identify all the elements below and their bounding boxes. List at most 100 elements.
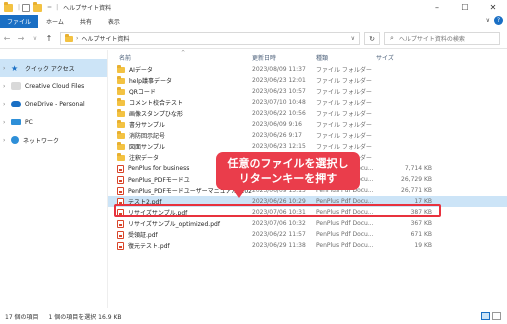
- chevron-right-icon[interactable]: ›: [3, 83, 11, 90]
- selection-info: 1 個の項目を選択 16.9 KB: [48, 313, 122, 321]
- back-button[interactable]: ←: [0, 34, 14, 43]
- file-name: 受領証.pdf: [128, 232, 158, 239]
- file-row[interactable]: 復元テスト.pdf 2023/06/29 11:38 PenPlus Pdf Doc…: [108, 240, 507, 251]
- file-type: ファイル フォルダー: [316, 111, 372, 118]
- large-icons-view-button[interactable]: [492, 312, 501, 320]
- column-type[interactable]: 種類: [316, 53, 376, 62]
- pdf-file-icon: [117, 241, 124, 250]
- file-row[interactable]: リサイズサンプル.pdf 2023/07/06 10:31 PenPlus Pdf …: [108, 207, 507, 218]
- column-header-row: ^ 名前 更新日時 種類 サイズ: [108, 50, 507, 64]
- file-name-cell: リサイズサンプル_optimized.pdf: [112, 219, 252, 228]
- file-name: help議事データ: [129, 78, 172, 85]
- breadcrumb-separator: ›: [76, 35, 79, 42]
- window-controls: – ☐ ✕: [423, 0, 507, 15]
- file-row[interactable]: テスト2.pdf 2023/06/26 10:29 PenPlus Pdf Docu…: [108, 196, 507, 207]
- sidebar-item-network[interactable]: › ネットワーク: [0, 131, 107, 149]
- file-row[interactable]: 消防回示記号 2023/06/26 9:17 ファイル フォルダー: [108, 130, 507, 141]
- tab-home[interactable]: ホーム: [38, 15, 72, 28]
- file-row[interactable]: リサイズサンプル_optimized.pdf 2023/07/06 10:32 Pe…: [108, 218, 507, 229]
- help-button[interactable]: ?: [494, 16, 503, 25]
- file-type: PenPlus Pdf Docu...: [316, 198, 374, 205]
- file-size: 7,714 KB: [404, 165, 432, 172]
- file-row[interactable]: コメント校合テスト 2023/07/10 10:48 ファイル フォルダー: [108, 97, 507, 108]
- pdf-file-icon: [117, 164, 124, 173]
- forward-button[interactable]: →: [14, 34, 28, 43]
- status-bar: 17 個の項目 1 個の項目を選択 16.9 KB: [0, 308, 507, 324]
- file-date: 2023/06/22 10:56: [252, 110, 306, 117]
- minimize-button[interactable]: –: [423, 0, 451, 15]
- sidebar-item-creative-cloud[interactable]: › Creative Cloud Files: [0, 77, 107, 95]
- file-name-cell: QRコード: [112, 87, 252, 96]
- file-row[interactable]: QRコード 2023/06/23 10:57 ファイル フォルダー: [108, 86, 507, 97]
- file-name: QRコード: [129, 89, 156, 96]
- sidebar-item-quick-access[interactable]: › ★ クイック アクセス: [0, 59, 107, 77]
- quick-access-dropdown-icon[interactable]: =: [47, 4, 52, 11]
- file-row[interactable]: 画像スタンプひな形 2023/06/22 10:56 ファイル フォルダー: [108, 108, 507, 119]
- folder-icon: [117, 109, 125, 117]
- star-icon: ★: [11, 63, 19, 73]
- file-date: 2023/07/06 10:31: [252, 209, 306, 216]
- refresh-button[interactable]: ↻: [364, 32, 380, 45]
- chevron-right-icon[interactable]: ›: [3, 137, 11, 144]
- file-size: 26,729 KB: [401, 176, 432, 183]
- ribbon-expand-button[interactable]: ∨: [486, 17, 490, 24]
- file-row[interactable]: 図面サンプル 2023/06/23 12:15 ファイル フォルダー: [108, 141, 507, 152]
- file-size: 671 KB: [410, 231, 432, 238]
- pdf-file-icon: [117, 219, 124, 228]
- file-name: 注釈データ: [129, 155, 160, 162]
- file-type: PenPlus Pdf Docu...: [316, 220, 374, 227]
- sidebar-item-label: ネットワーク: [23, 137, 60, 145]
- details-view-button[interactable]: [481, 312, 490, 320]
- sidebar-item-pc[interactable]: › PC: [0, 113, 107, 131]
- file-name-cell: テスト2.pdf: [112, 197, 252, 206]
- tab-share[interactable]: 共有: [72, 15, 100, 28]
- chevron-right-icon[interactable]: ›: [3, 101, 11, 108]
- file-row[interactable]: help議事データ 2023/06/23 12:01 ファイル フォルダー: [108, 75, 507, 86]
- chevron-right-icon[interactable]: ›: [3, 65, 11, 72]
- chevron-right-icon[interactable]: ›: [3, 119, 11, 126]
- file-type: ファイル フォルダー: [316, 67, 372, 74]
- instruction-callout: 任意のファイルを選択し リターンキーを押す: [216, 152, 360, 190]
- address-field[interactable]: › ヘルプサイト資料 ∨: [60, 32, 360, 45]
- new-folder-icon[interactable]: [33, 1, 43, 12]
- file-size: 26,771 KB: [401, 187, 432, 194]
- pc-icon: [11, 119, 21, 125]
- sidebar-item-label: PC: [25, 118, 33, 126]
- sidebar-item-label: Creative Cloud Files: [25, 82, 85, 90]
- recent-locations-button[interactable]: ∨: [28, 35, 42, 42]
- up-button[interactable]: ↑: [42, 34, 56, 43]
- folder-icon: [117, 142, 125, 150]
- file-row[interactable]: 受領証.pdf 2023/06/22 11:57 PenPlus Pdf Docu.…: [108, 229, 507, 240]
- close-button[interactable]: ✕: [479, 0, 507, 15]
- file-name: 消防回示記号: [129, 133, 166, 140]
- file-row[interactable]: 書分サンプル 2023/06/09 9:16 ファイル フォルダー: [108, 119, 507, 130]
- file-type: ファイル フォルダー: [316, 122, 372, 129]
- file-date: 2023/06/23 10:57: [252, 88, 306, 95]
- file-row[interactable]: AIデータ 2023/08/09 11:37 ファイル フォルダー: [108, 64, 507, 75]
- file-type: PenPlus Pdf Docu...: [316, 231, 374, 238]
- maximize-button[interactable]: ☐: [451, 0, 479, 15]
- file-name-cell: リサイズサンプル.pdf: [112, 208, 252, 217]
- separator: |: [56, 4, 59, 11]
- folder-icon: [65, 33, 73, 42]
- tab-view[interactable]: 表示: [100, 15, 128, 28]
- pdf-file-icon: [117, 230, 124, 239]
- file-size: 17 KB: [414, 198, 432, 205]
- ribbon-right: ∨ ?: [486, 16, 503, 25]
- column-size[interactable]: サイズ: [376, 53, 436, 62]
- pdf-file-icon: [117, 175, 124, 184]
- sidebar-item-onedrive[interactable]: › OneDrive - Personal: [0, 95, 107, 113]
- address-bar-row: ← → ∨ ↑ › ヘルプサイト資料 ∨ ↻ ⌕ ヘルプサイト資料の検索: [0, 28, 507, 49]
- file-name-cell: コメント校合テスト: [112, 98, 252, 107]
- file-date: 2023/07/06 10:32: [252, 220, 306, 227]
- address-dropdown-icon[interactable]: ∨: [351, 35, 355, 42]
- search-field[interactable]: ⌕ ヘルプサイト資料の検索: [384, 32, 500, 45]
- breadcrumb[interactable]: ヘルプサイト資料: [81, 34, 129, 43]
- file-name-cell: 図面サンプル: [112, 142, 252, 151]
- folder-icon: [117, 98, 125, 106]
- file-name-cell: AIデータ: [112, 65, 252, 74]
- tab-file[interactable]: ファイル: [0, 15, 39, 28]
- column-date[interactable]: 更新日時: [252, 53, 316, 62]
- properties-icon[interactable]: [22, 3, 31, 12]
- creative-cloud-icon: [11, 82, 21, 90]
